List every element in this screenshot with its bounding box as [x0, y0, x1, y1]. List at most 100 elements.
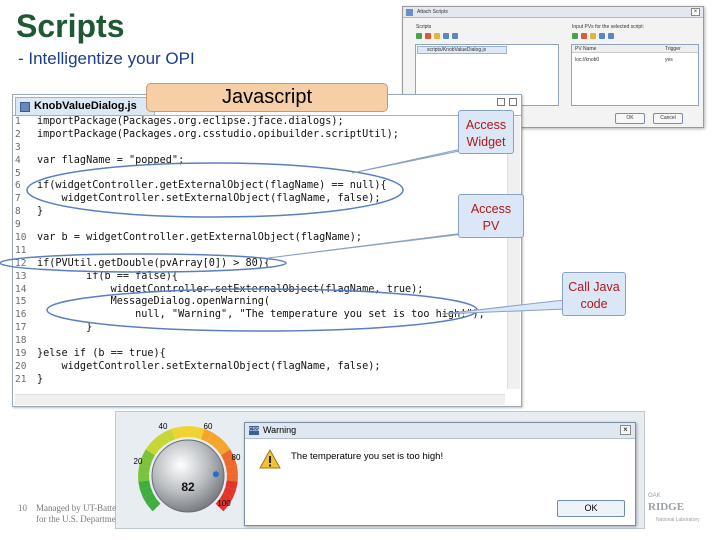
warning-titlebar: CSS Warning × — [245, 423, 635, 439]
add-script-icon[interactable] — [416, 33, 422, 39]
trigger-column-header: Trigger — [665, 46, 681, 52]
editor-tab-label: KnobValueDialog.js — [34, 100, 137, 112]
code-line[interactable]: 1 importPackage(Packages.org.eclipse.jfac… — [15, 116, 497, 129]
editor-tab[interactable]: KnobValueDialog.js — [15, 97, 155, 115]
line-number: 3 — [15, 141, 21, 153]
access-widget-line2: Widget — [466, 135, 506, 149]
code-line[interactable]: 12 if(PVUtil.getDouble(pvArray[0]) > 80){ — [15, 258, 497, 271]
code-line[interactable]: 4 var flagName = "popped"; — [15, 155, 497, 168]
edit-script-icon[interactable] — [434, 33, 440, 39]
move-up-icon[interactable] — [443, 33, 449, 39]
line-number: 10 — [15, 232, 27, 244]
trigger-cell[interactable]: yes — [665, 57, 673, 63]
script-list-item[interactable]: scripts/KnobValueDialog.js — [417, 46, 507, 54]
horizontal-scrollbar[interactable] — [15, 394, 505, 405]
code-text: if(b == false){ — [37, 270, 179, 282]
pv-down-icon[interactable] — [608, 33, 614, 39]
code-line[interactable]: 19 }else if (b == true){ — [15, 348, 497, 361]
edit-pv-icon[interactable] — [590, 33, 596, 39]
remove-script-icon[interactable] — [425, 33, 431, 39]
code-line[interactable]: 17 } — [15, 322, 497, 335]
code-text: if(widgetController.getExternalObject(fl… — [37, 180, 387, 192]
warning-ok-button[interactable]: OK — [557, 500, 625, 517]
js-file-icon — [20, 102, 30, 112]
page-number: 10 — [18, 503, 27, 513]
code-area[interactable]: 1 importPackage(Packages.org.eclipse.jfac… — [15, 116, 497, 388]
code-text: } — [37, 373, 44, 385]
code-text: }else if (b == true){ — [37, 348, 166, 360]
code-text: widgetController.setExternalObject(flagN… — [37, 193, 381, 205]
line-number: 1 — [15, 116, 21, 127]
call-java-callout: Call Java code — [562, 272, 626, 316]
line-number: 11 — [15, 244, 27, 256]
remove-pv-icon[interactable] — [581, 33, 587, 39]
knob-scale-label-60: 60 — [204, 422, 213, 431]
access-pv-line1: Access — [470, 202, 512, 216]
code-text: widgetController.setExternalObject(flagN… — [37, 283, 424, 295]
code-line[interactable]: 14 widgetController.setExternalObject(fl… — [15, 284, 497, 297]
code-line[interactable]: 18 — [15, 335, 497, 348]
dialog-app-icon — [406, 9, 413, 16]
logo-line3: National Laboratory — [656, 517, 700, 523]
code-line[interactable]: 6 if(widgetController.getExternalObject(f… — [15, 180, 497, 193]
warning-dialog: CSS Warning × The temperature you set is… — [244, 422, 636, 526]
line-number: 16 — [15, 309, 27, 321]
close-icon[interactable]: × — [691, 8, 700, 16]
code-line[interactable]: 11 — [15, 245, 497, 258]
code-line[interactable]: 5 — [15, 168, 497, 181]
line-number: 19 — [15, 348, 27, 360]
temperature-knob[interactable]: 20 40 60 80 100 82 — [118, 414, 248, 526]
warning-message: The temperature you set is too high! — [291, 451, 444, 462]
vertical-scrollbar[interactable] — [507, 117, 520, 389]
code-line[interactable]: 8} — [15, 206, 497, 219]
knob-arc-segment — [226, 473, 238, 482]
knob-body[interactable] — [151, 439, 225, 513]
code-line[interactable]: 2 importPackage(Packages.org.csstudio.opi… — [15, 129, 497, 142]
call-java-line1: Call Java — [568, 280, 620, 294]
line-number: 14 — [15, 283, 27, 295]
line-number: 6 — [15, 180, 21, 192]
code-line[interactable]: 21} — [15, 374, 497, 387]
css-app-icon: CSS — [249, 426, 260, 435]
line-number: 2 — [15, 128, 21, 140]
pv-name-column-header: PV Name — [575, 46, 597, 52]
access-pv-line2: PV — [482, 219, 500, 233]
minimize-icon[interactable] — [497, 98, 505, 106]
slide-subtitle: - Intelligentize your OPI — [18, 49, 195, 68]
code-text: importPackage(Packages.org.eclipse.jface… — [37, 116, 344, 127]
warning-title: Warning — [263, 425, 297, 435]
pv-table[interactable] — [571, 44, 699, 106]
footer-line2: for the U.S. Departme — [36, 514, 116, 524]
code-text: widgetController.setExternalObject(flagN… — [37, 360, 381, 372]
access-pv-callout: Access PV — [458, 194, 524, 238]
code-line[interactable]: 16 null, "Warning", "The temperature you… — [15, 309, 497, 322]
slide-title: Scripts — [16, 8, 125, 44]
code-line[interactable]: 15 MessageDialog.openWarning( — [15, 296, 497, 309]
code-line[interactable]: 3 — [15, 142, 497, 155]
line-number: 5 — [15, 167, 21, 179]
script-editor: KnobValueDialog.js 1 importPackage(Packag… — [12, 94, 522, 407]
pv-up-icon[interactable] — [599, 33, 605, 39]
line-number: 8 — [15, 206, 21, 218]
code-line[interactable]: 13 if(b == false){ — [15, 271, 497, 284]
code-text: if(PVUtil.getDouble(pvArray[0]) > 80){ — [37, 257, 271, 269]
ok-button[interactable]: OK — [615, 113, 645, 124]
code-line[interactable]: 20 widgetController.setExternalObject(fl… — [15, 361, 497, 374]
cancel-button[interactable]: Cancel — [653, 113, 683, 124]
code-line[interactable]: 10 var b = widgetController.getExternalOb… — [15, 232, 497, 245]
script-toolbar — [416, 33, 458, 41]
add-pv-icon[interactable] — [572, 33, 578, 39]
knob-scale-label-80: 80 — [232, 453, 241, 462]
pv-name-cell[interactable]: loc://knob0 — [575, 57, 599, 63]
line-number: 9 — [15, 219, 21, 231]
move-down-icon[interactable] — [452, 33, 458, 39]
warning-close-icon[interactable]: × — [620, 425, 631, 435]
line-number: 21 — [15, 373, 27, 385]
code-line[interactable]: 7 widgetController.setExternalObject(fla… — [15, 193, 497, 206]
code-line[interactable]: 9 — [15, 219, 497, 232]
line-number: 13 — [15, 270, 27, 282]
maximize-icon[interactable] — [509, 98, 517, 106]
access-widget-callout: Access Widget — [458, 110, 514, 154]
code-text: } — [37, 206, 44, 218]
footer-line1: Managed by UT-Batte — [36, 503, 117, 513]
